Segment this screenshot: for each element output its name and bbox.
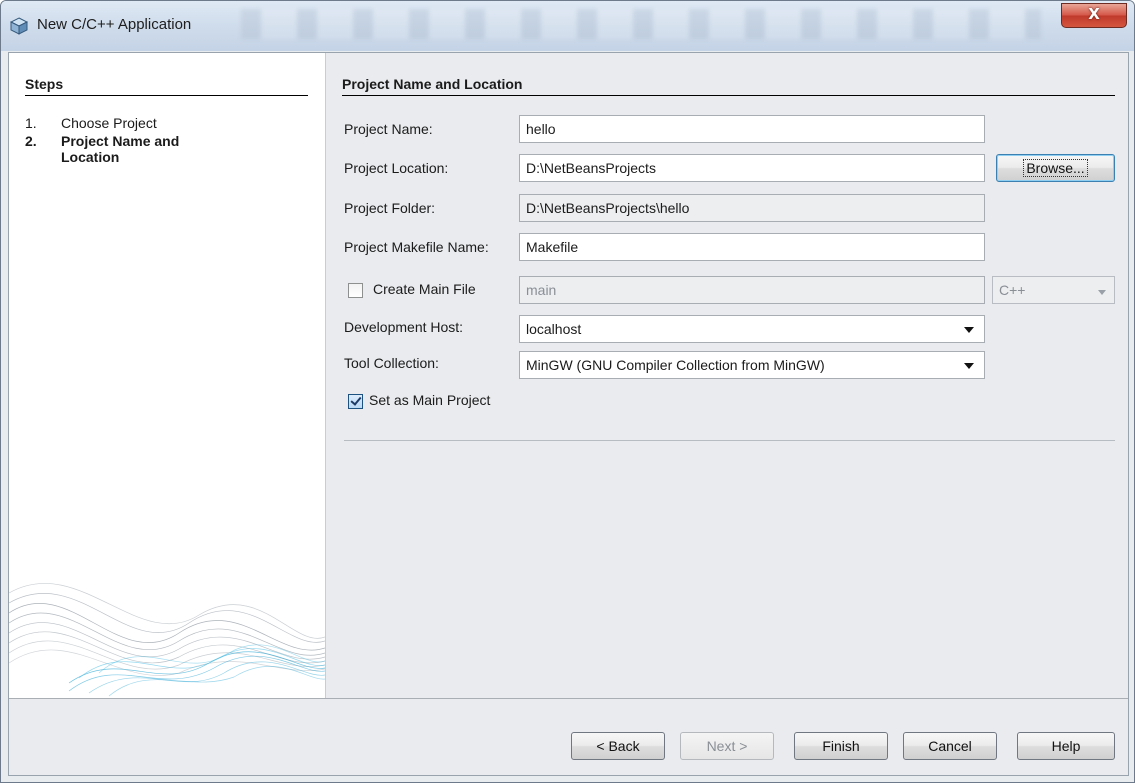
finish-button[interactable]: Finish (794, 732, 888, 760)
project-folder-field: D:\NetBeansProjects\hello (519, 194, 985, 222)
create-main-file-label[interactable]: Create Main File (373, 281, 476, 297)
step-number: 2. (25, 133, 37, 149)
step-item-project-name: 2. Project Name and Location (25, 133, 221, 165)
development-host-label: Development Host: (344, 319, 464, 335)
dialog-window: New C/C++ Application X Steps 1. Choose P… (0, 0, 1135, 783)
steps-panel: Steps 1. Choose Project 2. Project Name an… (9, 53, 326, 698)
wizard-body: Steps 1. Choose Project 2. Project Name an… (8, 52, 1129, 776)
development-host-select[interactable]: localhost (519, 315, 985, 343)
tool-collection-label: Tool Collection: (344, 355, 439, 371)
language-select: C++ (992, 276, 1115, 304)
project-folder-label: Project Folder: (344, 200, 436, 216)
project-location-label: Project Location: (344, 160, 449, 176)
steps-heading: Steps (25, 76, 308, 96)
set-main-project-label[interactable]: Set as Main Project (369, 392, 490, 408)
set-main-project-checkbox[interactable] (348, 394, 363, 409)
next-button[interactable]: Next > (680, 732, 774, 760)
button-bar-separator (9, 698, 1128, 699)
step-item-choose-project: 1. Choose Project (25, 115, 241, 131)
project-name-input[interactable]: hello (519, 115, 985, 143)
help-button[interactable]: Help (1017, 732, 1115, 760)
section-heading: Project Name and Location (342, 76, 1115, 96)
browse-button[interactable]: Browse... (996, 154, 1115, 182)
form-separator (344, 440, 1115, 441)
chevron-down-icon (964, 363, 974, 369)
main-file-input: main (519, 276, 985, 304)
makefile-name-input[interactable]: Makefile (519, 233, 985, 261)
chevron-down-icon (1098, 290, 1106, 295)
decorative-waves-image (9, 583, 325, 697)
step-label: Project Name and Location (61, 133, 180, 165)
step-label: Choose Project (61, 115, 157, 131)
back-button[interactable]: < Back (571, 732, 665, 760)
close-button[interactable]: X (1061, 3, 1127, 28)
app-cube-icon (10, 17, 28, 35)
project-location-input[interactable]: D:\NetBeansProjects (519, 154, 985, 182)
cancel-button[interactable]: Cancel (903, 732, 997, 760)
project-name-label: Project Name: (344, 121, 433, 137)
makefile-name-label: Project Makefile Name: (344, 239, 489, 255)
title-bar[interactable]: New C/C++ Application X (1, 1, 1134, 51)
background-ruler (241, 9, 1041, 39)
tool-collection-value: MinGW (GNU Compiler Collection from MinG… (526, 357, 825, 373)
chevron-down-icon (964, 327, 974, 333)
language-select-value: C++ (999, 282, 1026, 298)
browse-button-label: Browse... (1023, 159, 1088, 177)
create-main-file-checkbox[interactable] (348, 283, 363, 298)
step-number: 1. (25, 115, 37, 131)
window-title: New C/C++ Application (37, 16, 192, 33)
tool-collection-select[interactable]: MinGW (GNU Compiler Collection from MinG… (519, 351, 985, 379)
development-host-value: localhost (526, 321, 582, 337)
